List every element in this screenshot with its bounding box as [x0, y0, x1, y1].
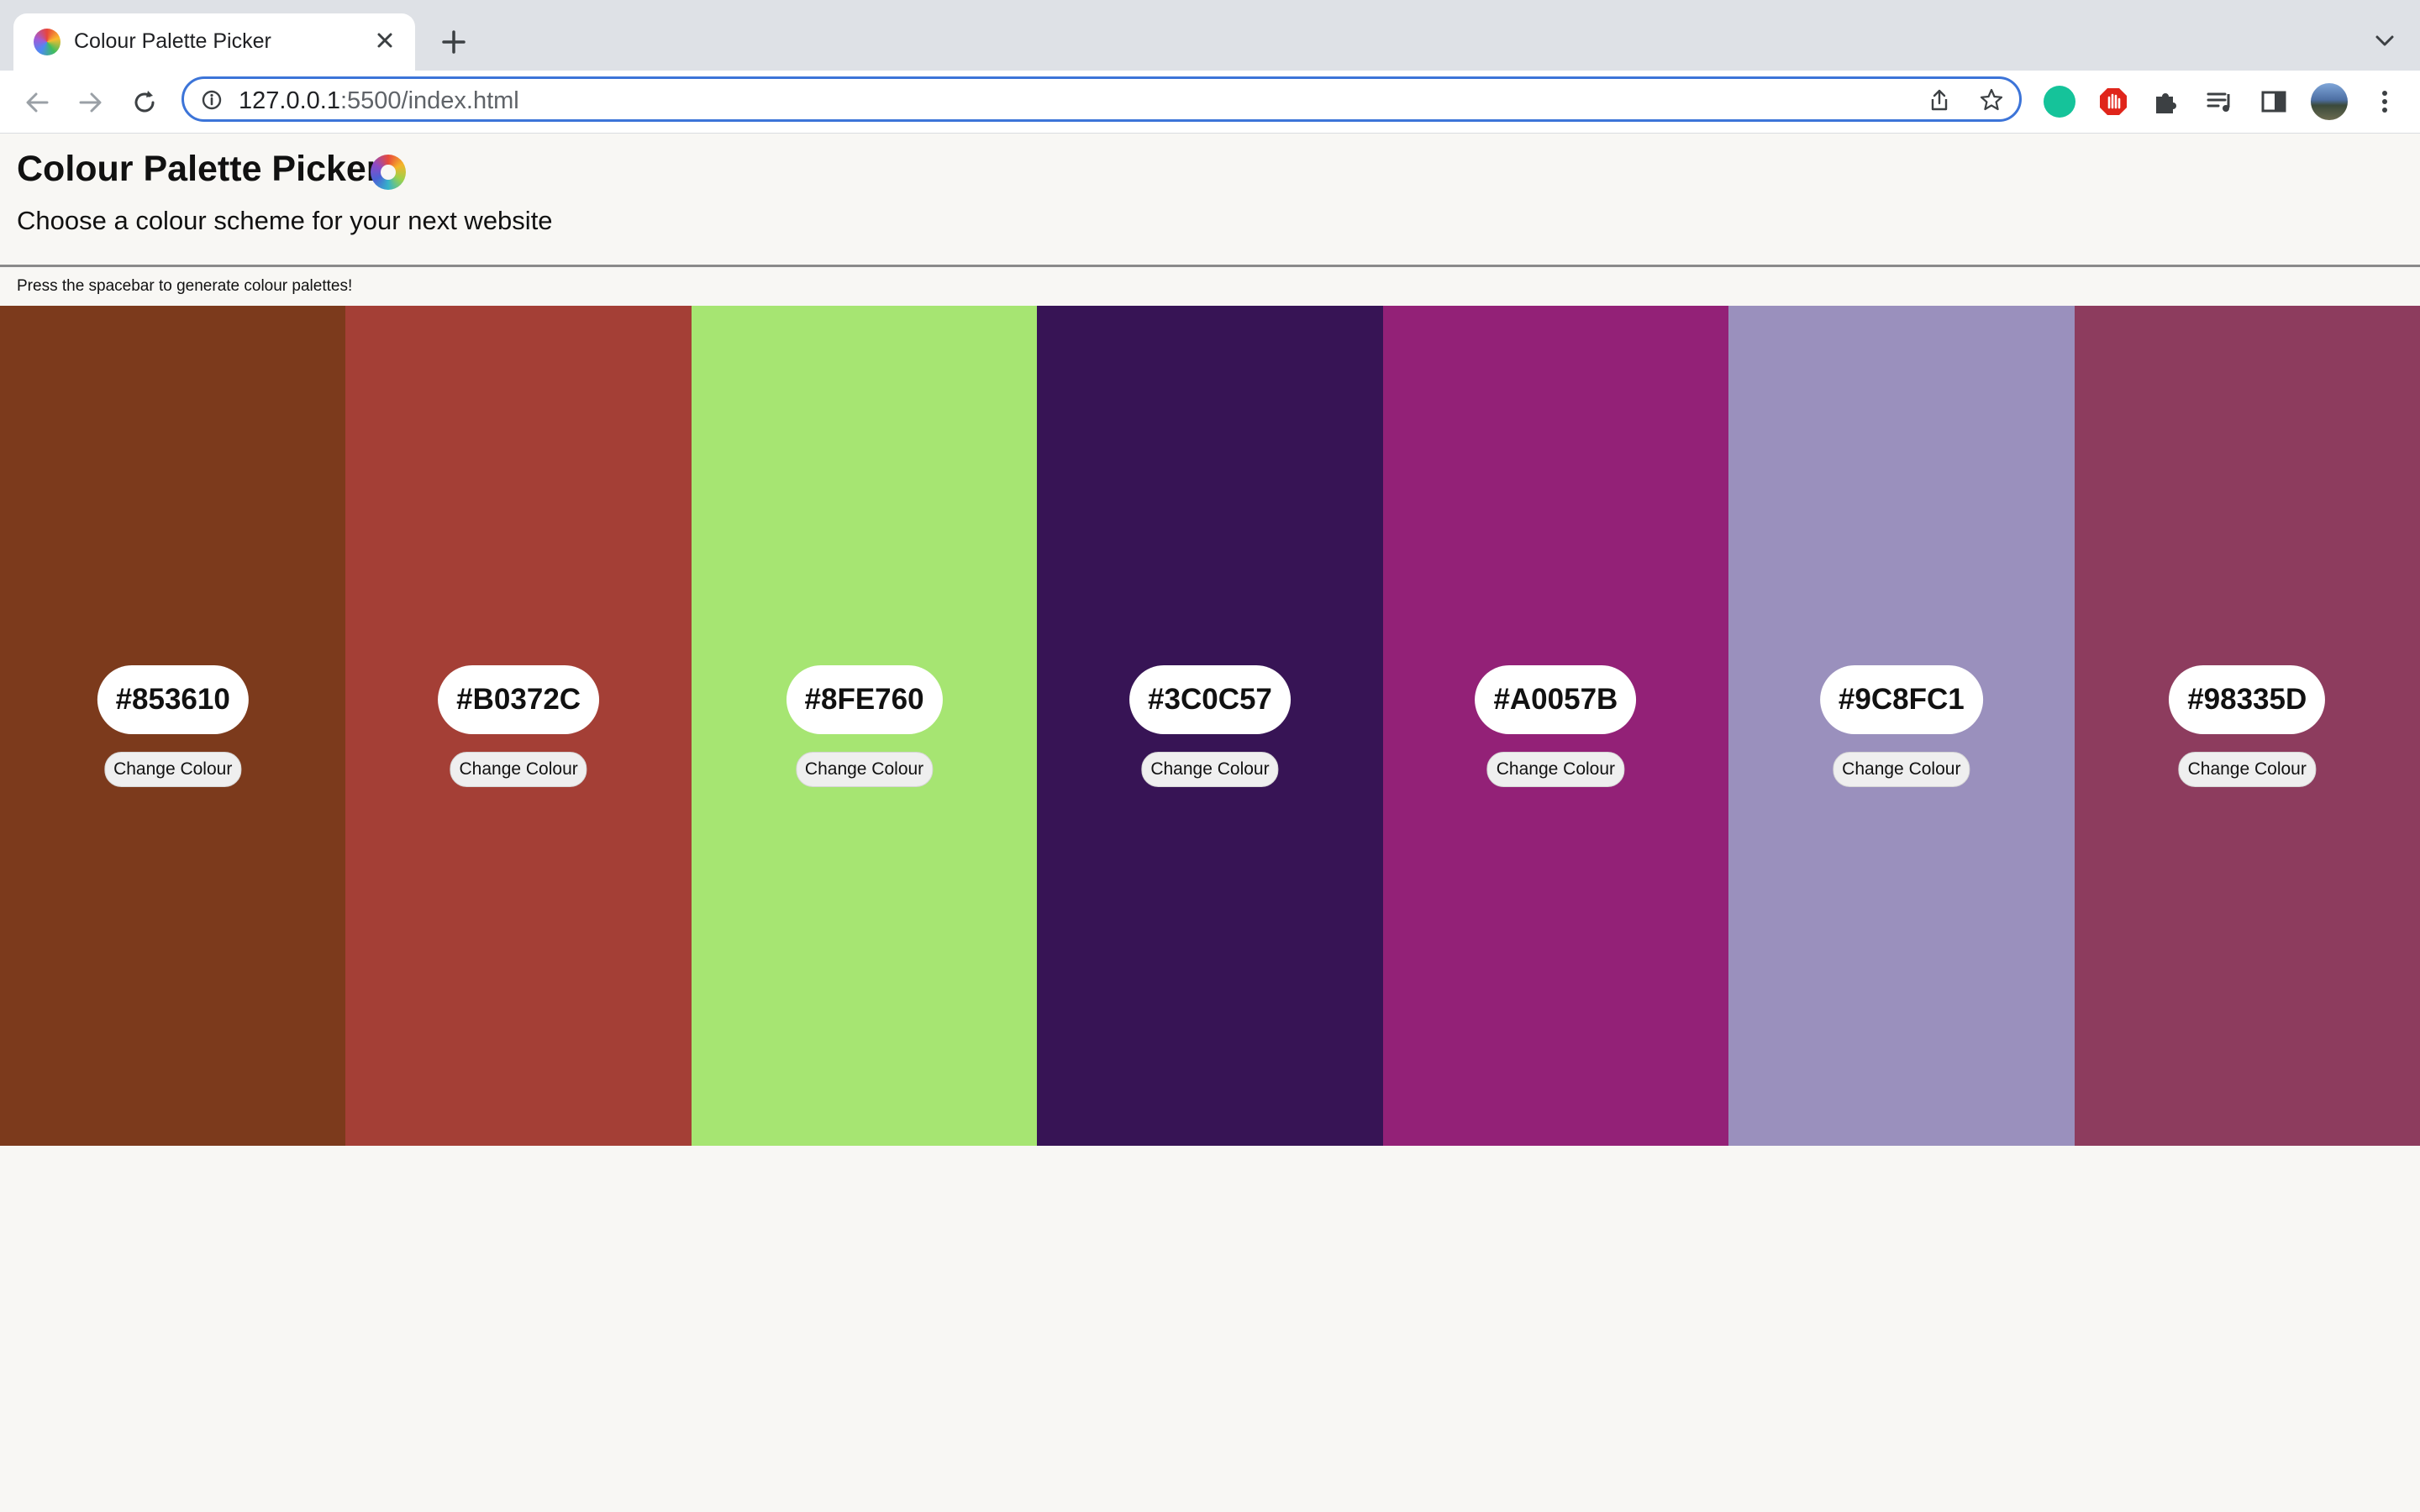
address-bar[interactable]: 127.0.0.1:5500/index.html	[182, 76, 2022, 122]
url-path: :5500/index.html	[339, 87, 519, 114]
page-content: Colour Palette Picker Choose a colour sc…	[0, 134, 2420, 1512]
change-colour-button[interactable]: Change Colour	[795, 752, 934, 787]
close-icon[interactable]	[370, 25, 400, 55]
hex-code-label: #853610	[97, 665, 249, 734]
profile-avatar[interactable]	[2311, 83, 2348, 120]
change-colour-button[interactable]: Change Colour	[1486, 752, 1625, 787]
colour-swatch-5: #A0057B Change Colour	[1382, 306, 1729, 1146]
hex-code-label: #A0057B	[1475, 665, 1637, 734]
puzzle-icon[interactable]	[2149, 85, 2183, 118]
reload-icon[interactable]	[128, 86, 161, 119]
browser-toolbar: 127.0.0.1:5500/index.html	[0, 71, 2420, 134]
star-icon[interactable]	[1979, 87, 2004, 113]
hex-code-label: #B0372C	[438, 665, 600, 734]
colour-swatch-3: #8FE760 Change Colour	[691, 306, 1038, 1146]
browser-tab[interactable]: Colour Palette Picker	[13, 13, 415, 71]
hex-code-label: #9C8FC1	[1819, 665, 1983, 734]
colour-wheel-icon	[34, 29, 60, 55]
back-arrow-icon[interactable]	[20, 86, 54, 119]
adblock-extension-icon[interactable]	[2096, 85, 2130, 118]
kebab-menu-icon[interactable]	[2368, 85, 2402, 118]
grammarly-extension-icon[interactable]	[2044, 86, 2075, 118]
change-colour-button[interactable]: Change Colour	[1141, 752, 1279, 787]
colour-palette: #853610 Change Colour #B0372C Change Col…	[0, 306, 2420, 1146]
hex-code-label: #8FE760	[786, 665, 943, 734]
share-icon[interactable]	[1927, 87, 1952, 113]
change-colour-button[interactable]: Change Colour	[450, 752, 587, 787]
spacebar-hint: Press the spacebar to generate colour pa…	[17, 277, 353, 295]
forward-arrow-icon[interactable]	[74, 86, 108, 119]
info-icon[interactable]	[201, 89, 223, 111]
colour-swatch-7: #98335D Change Colour	[2074, 306, 2420, 1146]
hex-code-label: #3C0C57	[1129, 665, 1291, 734]
media-queue-icon[interactable]	[2203, 85, 2237, 118]
page-title: Colour Palette Picker	[17, 149, 381, 189]
colour-swatch-6: #9C8FC1 Change Colour	[1728, 306, 2075, 1146]
change-colour-button[interactable]: Change Colour	[1833, 752, 1970, 787]
colour-wheel-icon	[371, 155, 406, 190]
page-subtitle: Choose a colour scheme for your next web…	[17, 206, 553, 235]
tab-title: Colour Palette Picker	[74, 29, 271, 53]
colour-swatch-2: #B0372C Change Colour	[345, 306, 692, 1146]
colour-swatch-4: #3C0C57 Change Colour	[1037, 306, 1383, 1146]
colour-swatch-1: #853610 Change Colour	[0, 306, 346, 1146]
url-host: 127.0.0.1	[239, 87, 340, 114]
plus-icon[interactable]	[437, 25, 471, 59]
side-panel-icon[interactable]	[2257, 85, 2291, 118]
chevron-down-icon[interactable]	[2370, 25, 2400, 55]
url-text: 127.0.0.1:5500/index.html	[239, 87, 519, 115]
browser-tab-strip: Colour Palette Picker	[0, 0, 2420, 71]
hex-code-label: #98335D	[2169, 665, 2326, 734]
change-colour-button[interactable]: Change Colour	[2178, 752, 2316, 787]
page-header: Colour Palette Picker Choose a colour sc…	[0, 134, 2420, 267]
change-colour-button[interactable]: Change Colour	[104, 752, 242, 787]
